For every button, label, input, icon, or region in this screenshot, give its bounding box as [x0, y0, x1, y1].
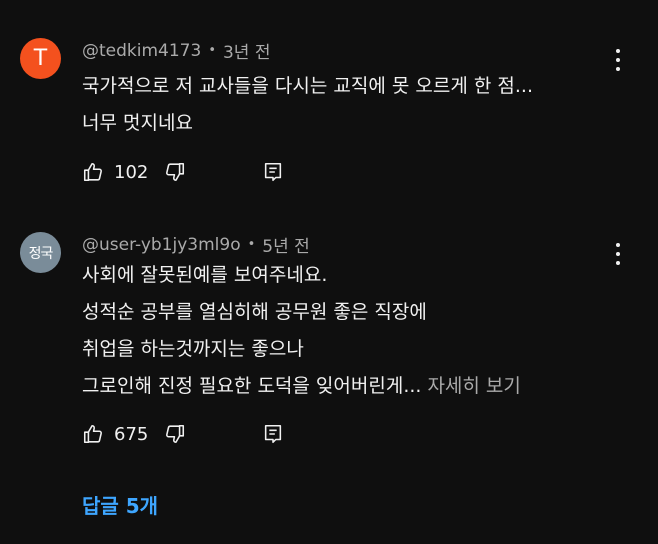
- comment-line: 사회에 잘못된예를 보여주네요.: [82, 264, 328, 286]
- comment-line: 취업을 하는것까지는 좋으나: [82, 338, 304, 360]
- comment-reply-icon: [264, 162, 282, 182]
- meta-separator: •: [247, 237, 256, 252]
- comment-author[interactable]: @user-yb1jy3ml9o: [82, 235, 241, 255]
- like-button[interactable]: [82, 161, 104, 183]
- thumbs-up-icon: [83, 424, 102, 444]
- comment-author[interactable]: @tedkim4173: [82, 41, 201, 61]
- like-button[interactable]: [82, 423, 104, 445]
- avatar-letter: T: [33, 46, 48, 71]
- comment-line: 성적순 공부를 열심히해 공무원 좋은 직장에: [82, 301, 427, 323]
- thumbs-up-icon: [83, 162, 102, 182]
- replies-toggle-button[interactable]: 답글 5개: [82, 490, 158, 519]
- comment-line: 그로인해 진정 필요한 도덕을 잊어버린게...: [82, 375, 422, 397]
- thumbs-down-icon: [166, 162, 185, 182]
- comment-time[interactable]: 5년 전: [262, 232, 310, 257]
- avatar-letter: 정국: [28, 245, 54, 262]
- thumbs-down-icon: [166, 424, 185, 444]
- comment-time[interactable]: 3년 전: [223, 38, 271, 63]
- comment-line: 너무 멋지네요: [82, 112, 193, 134]
- avatar[interactable]: T: [20, 38, 61, 79]
- comment-actions: 675: [82, 420, 302, 448]
- comment-line-last: 그로인해 진정 필요한 도덕을 잊어버린게... 자세히 보기: [82, 368, 612, 405]
- comment-text: 사회에 잘못된예를 보여주네요. 성적순 공부를 열심히해 공무원 좋은 직장에…: [82, 257, 612, 405]
- meta-separator: •: [208, 43, 216, 58]
- comment-line: 국가적으로 저 교사들을 다시는 교직에 못 오르게 한 점...: [82, 75, 533, 97]
- comment-meta: @tedkim4173 • 3년 전: [82, 38, 271, 64]
- comment-actions: 102: [82, 158, 302, 186]
- like-count: 102: [114, 161, 149, 183]
- comment-meta: @user-yb1jy3ml9o • 5년 전: [82, 232, 310, 258]
- comments-section: T @tedkim4173 • 3년 전 국가적으로 저 교사들을 다시는 교직…: [0, 0, 658, 544]
- like-count: 675: [114, 423, 149, 445]
- comment-reply-icon: [264, 424, 282, 444]
- reply-button[interactable]: [262, 423, 284, 445]
- read-more-link[interactable]: 자세히 보기: [427, 375, 520, 397]
- dislike-button[interactable]: [164, 423, 186, 445]
- comment-text: 국가적으로 저 교사들을 다시는 교직에 못 오르게 한 점... 너무 멋지네…: [82, 68, 612, 142]
- avatar[interactable]: 정국: [20, 232, 61, 273]
- dislike-button[interactable]: [164, 161, 186, 183]
- reply-button[interactable]: [262, 161, 284, 183]
